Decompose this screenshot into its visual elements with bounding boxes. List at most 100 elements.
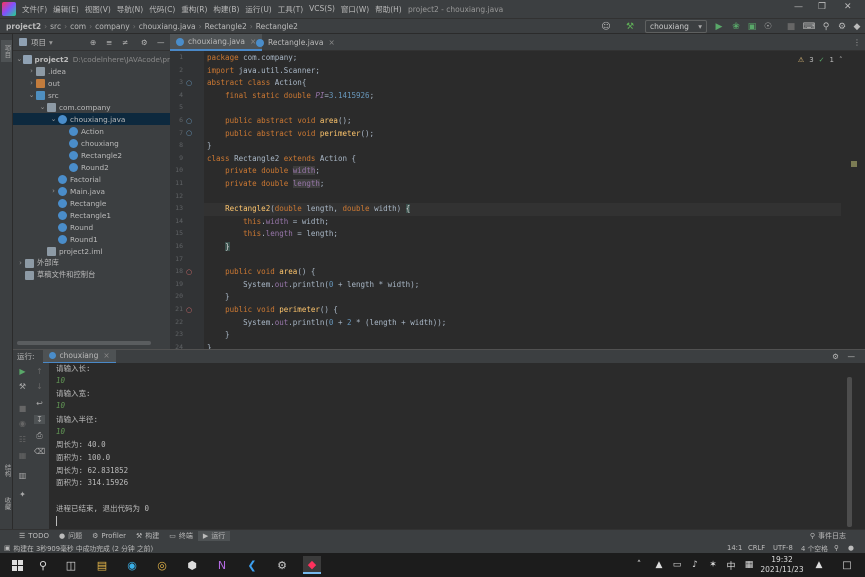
chevron-right-icon[interactable]: › <box>27 79 36 87</box>
file-encoding[interactable]: UTF-8 <box>773 544 793 552</box>
editor-scrollbar[interactable] <box>846 51 865 349</box>
app-icon[interactable]: ▲ <box>810 556 828 574</box>
keyboard-grid-icon[interactable]: ▦ <box>740 556 758 574</box>
close-tab-icon[interactable]: × <box>103 351 109 360</box>
breadcrumb-item[interactable]: com <box>70 22 86 31</box>
dump-threads-icon[interactable]: ☷ <box>17 435 28 444</box>
close-tab-icon[interactable]: × <box>328 38 334 47</box>
tree-item[interactable]: Round <box>13 221 170 233</box>
tree-item[interactable]: › Main.java <box>13 185 170 197</box>
build-tab[interactable]: ⚒ 构建 <box>131 531 164 541</box>
tree-scrollbar[interactable] <box>17 341 151 345</box>
structure-tool-tab[interactable]: 结构 <box>1 459 12 481</box>
terminal-tab[interactable]: ▭ 终端 <box>164 531 198 541</box>
minimize-icon[interactable]: — <box>794 2 803 12</box>
tab-menu-icon[interactable]: ⋮ <box>853 38 861 47</box>
event-log-tab[interactable]: ⚲ 事件日志 <box>805 531 851 541</box>
run-tab[interactable]: chouxiang × <box>43 350 116 364</box>
editor-tab-rectangle[interactable]: Rectangle.java × <box>250 34 341 51</box>
down-arrow-icon[interactable]: ↓ <box>34 382 45 391</box>
task-view-icon[interactable]: ◫ <box>62 556 80 574</box>
chevron-down-icon[interactable]: ⌄ <box>27 91 36 99</box>
tree-item[interactable]: › .idea <box>13 65 170 77</box>
search-icon[interactable]: ⚲ <box>34 556 52 574</box>
code-editor[interactable]: package com.company; import java.util.Sca… <box>204 51 844 349</box>
profiler-tab[interactable]: ⚙ Profiler <box>87 532 131 540</box>
override-marker-icon[interactable]: ○ <box>186 268 192 276</box>
tree-item[interactable]: chouxiang <box>13 137 170 149</box>
ide-logo-icon[interactable]: ◆ <box>851 20 863 33</box>
code-line[interactable]: class Rectangle2 extends Action { <box>207 153 356 166</box>
layout-icon[interactable]: ▥ <box>17 471 28 480</box>
pin-icon[interactable]: ✦ <box>17 490 28 499</box>
profile-icon[interactable]: ☉ <box>762 20 774 33</box>
line-separator[interactable]: CRLF <box>748 544 765 552</box>
project-panel-title[interactable]: 项目 <box>31 37 46 48</box>
volume-icon[interactable]: ♪ <box>686 556 704 574</box>
tree-item[interactable]: project2.iml <box>13 245 170 257</box>
settings-gear-icon[interactable]: ⚙ <box>832 352 839 361</box>
scroll-thumb[interactable] <box>847 377 852 527</box>
breadcrumb-item[interactable]: Rectangle2 <box>205 22 247 31</box>
problems-tab[interactable]: ● 问题 <box>54 531 87 541</box>
menu-item[interactable]: 编辑(E) <box>50 4 82 15</box>
menu-item[interactable]: 文件(F) <box>19 4 50 15</box>
code-line[interactable]: } <box>207 140 212 153</box>
up-arrow-icon[interactable]: ↑ <box>34 367 45 376</box>
code-line[interactable]: } <box>207 241 230 254</box>
tree-item[interactable]: Rectangle1 <box>13 209 170 221</box>
collapse-all-icon[interactable]: ≡ <box>106 38 112 47</box>
console-output[interactable]: 请输入长: 10 请输入宽: 10 请输入半径: 10 周长为: 40.0 面积为: 100.… <box>49 363 846 529</box>
menu-item[interactable]: 工具(T) <box>275 4 306 15</box>
editor-tab-chouxiang[interactable]: chouxiang.java × <box>170 34 262 51</box>
onenote-icon[interactable]: N <box>213 556 231 574</box>
stop-icon[interactable]: ■ <box>785 20 797 33</box>
translate-icon[interactable]: ⌨ <box>803 20 815 33</box>
breadcrumb-item[interactable]: company <box>95 22 130 31</box>
inspection-widget[interactable]: ⚠3 ✓1 ˄ ˅ <box>798 56 851 64</box>
tree-item[interactable]: Factorial <box>13 173 170 185</box>
code-line[interactable]: } <box>207 342 212 349</box>
breadcrumb-item[interactable]: project2 <box>6 22 41 31</box>
code-line[interactable]: this.length = length; <box>207 228 338 241</box>
tree-item[interactable]: 草稿文件和控制台 <box>13 269 170 281</box>
debug-icon[interactable]: ❀ <box>730 20 742 33</box>
chevron-down-icon[interactable]: ⌄ <box>49 115 58 123</box>
run-icon[interactable]: ▶ <box>713 20 725 33</box>
bluetooth-icon[interactable]: ✶ <box>704 556 722 574</box>
restore-layout-icon[interactable]: ▦ <box>17 451 28 460</box>
menu-item[interactable]: 导航(N) <box>114 4 146 15</box>
steam-icon[interactable]: ⚙ <box>273 556 291 574</box>
hide-panel-icon[interactable]: — <box>157 38 165 47</box>
trash-icon[interactable]: ⌫ <box>34 447 45 456</box>
code-line[interactable]: System.out.println(0 + length * width)… <box>207 279 419 292</box>
code-line[interactable]: } <box>207 291 230 304</box>
chevron-down-icon[interactable]: ⌄ <box>16 55 23 63</box>
settings-gear-icon[interactable]: ⚙ <box>141 38 148 47</box>
tree-item[interactable]: ⌄ project2 D:\codelnhere\JAVAcode\pr <box>13 53 170 65</box>
target-icon[interactable]: ⊕ <box>90 38 96 47</box>
chrome-browser-icon[interactable]: ◎ <box>153 556 171 574</box>
battery-icon[interactable]: ▭ <box>668 556 686 574</box>
code-line[interactable]: System.out.println(0 + 2 * (length + w… <box>207 317 446 330</box>
expand-all-icon[interactable]: ≠ <box>122 38 128 47</box>
chevron-up-icon[interactable]: ˄ <box>839 56 843 64</box>
menu-item[interactable]: 窗口(W) <box>338 4 372 15</box>
app-hexagon-icon[interactable]: ⬢ <box>183 556 201 574</box>
menu-item[interactable]: 构建(B) <box>210 4 242 15</box>
implemented-marker-icon[interactable]: ○ <box>186 79 192 87</box>
tree-item[interactable]: › 外部库 <box>13 257 170 269</box>
code-line[interactable]: public abstract void area(); <box>207 115 352 128</box>
run-tool-tab[interactable]: ▶ 运行 <box>198 531 230 541</box>
build-hammer-icon[interactable]: ⚒ <box>624 20 636 33</box>
code-line[interactable]: package com.company; <box>207 52 297 65</box>
tree-item[interactable]: Rectangle2 <box>13 149 170 161</box>
code-line[interactable]: private double length; <box>207 178 324 191</box>
wrench-icon[interactable]: ⚒ <box>17 382 28 391</box>
stop-icon[interactable]: ■ <box>17 404 28 413</box>
menu-item[interactable]: 运行(U) <box>242 4 274 15</box>
run-config-select[interactable]: chouxiang ▾ <box>645 20 707 33</box>
chevron-right-icon[interactable]: › <box>27 67 36 75</box>
code-line[interactable]: this.width = width; <box>207 216 329 229</box>
implemented-marker-icon[interactable]: ○ <box>186 129 192 137</box>
